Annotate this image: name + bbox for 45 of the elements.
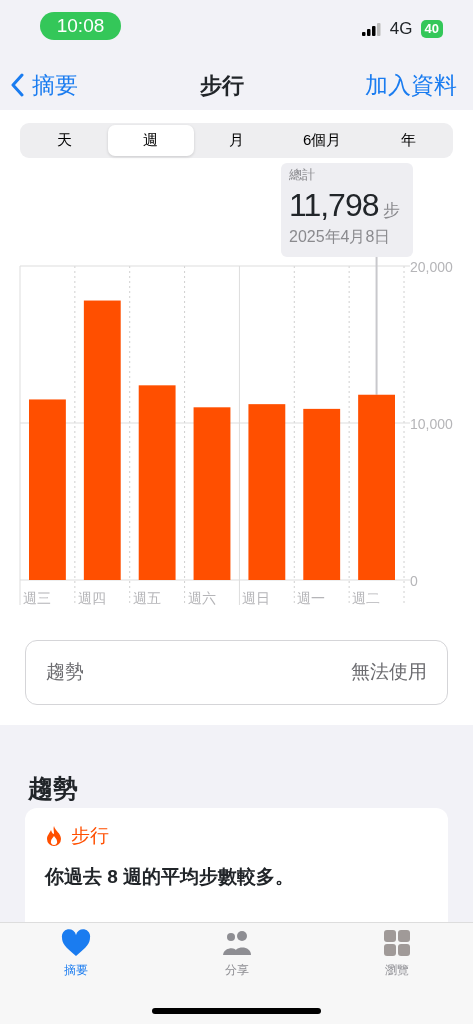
bar[interactable] (303, 408, 341, 580)
segment-tab[interactable]: 月 (193, 125, 280, 156)
bar[interactable] (83, 300, 121, 580)
axis-label: 20,000 (410, 259, 453, 275)
segment-tab[interactable]: 週 (107, 125, 194, 156)
axis-label: 週一 (297, 590, 326, 606)
people-icon (221, 929, 252, 957)
bar[interactable] (138, 385, 176, 580)
section-title: 趨勢 (27, 773, 79, 804)
total-value: 11,798 (289, 185, 379, 225)
axis-label: 0 (410, 573, 418, 589)
category-label: 步行 (71, 824, 109, 848)
axis-label: 週日 (242, 590, 271, 606)
signal-icon (361, 21, 382, 36)
axis-label: 10,000 (410, 416, 453, 432)
segment-tab[interactable]: 年 (365, 125, 451, 156)
trend-row[interactable]: 趨勢 無法使用 (25, 640, 448, 705)
network-label: 4G (389, 18, 413, 40)
trend-label: 趨勢 (46, 660, 84, 685)
tab-item[interactable]: 摘要 (16, 923, 136, 1024)
heart-icon (61, 929, 91, 957)
grid-icon (382, 929, 412, 957)
flame-icon (45, 825, 63, 848)
status-label: 無法使用 (351, 660, 427, 685)
segment-tab[interactable]: 天 (22, 125, 108, 156)
tab-item[interactable]: 瀏覽 (337, 923, 457, 1024)
axis-label: 週六 (187, 590, 216, 606)
segment-tab[interactable]: 6個月 (279, 125, 366, 156)
tab-item[interactable]: 分享 (176, 923, 297, 1024)
axis-label: 週二 (352, 590, 381, 606)
trend-text: 你過去 8 週的平均步數較多。 (45, 864, 296, 889)
chevron-left-icon (10, 73, 24, 97)
back-button[interactable]: 摘要 (10, 67, 78, 103)
add-data-button[interactable]: 加入資料 (365, 67, 457, 103)
bar[interactable] (193, 407, 231, 580)
total-label: 總計 (289, 166, 316, 184)
date-label: 2025年4月8日 (289, 226, 392, 247)
unit-label: 步 (382, 199, 400, 222)
clock: 10:08 (40, 12, 121, 40)
axis-label: 週四 (77, 590, 106, 606)
bar[interactable] (248, 404, 286, 580)
axis-label: 週三 (23, 590, 51, 606)
page-title: 步行 (199, 71, 244, 100)
axis-label: 週五 (132, 590, 161, 606)
battery-indicator: 40 (420, 19, 443, 38)
